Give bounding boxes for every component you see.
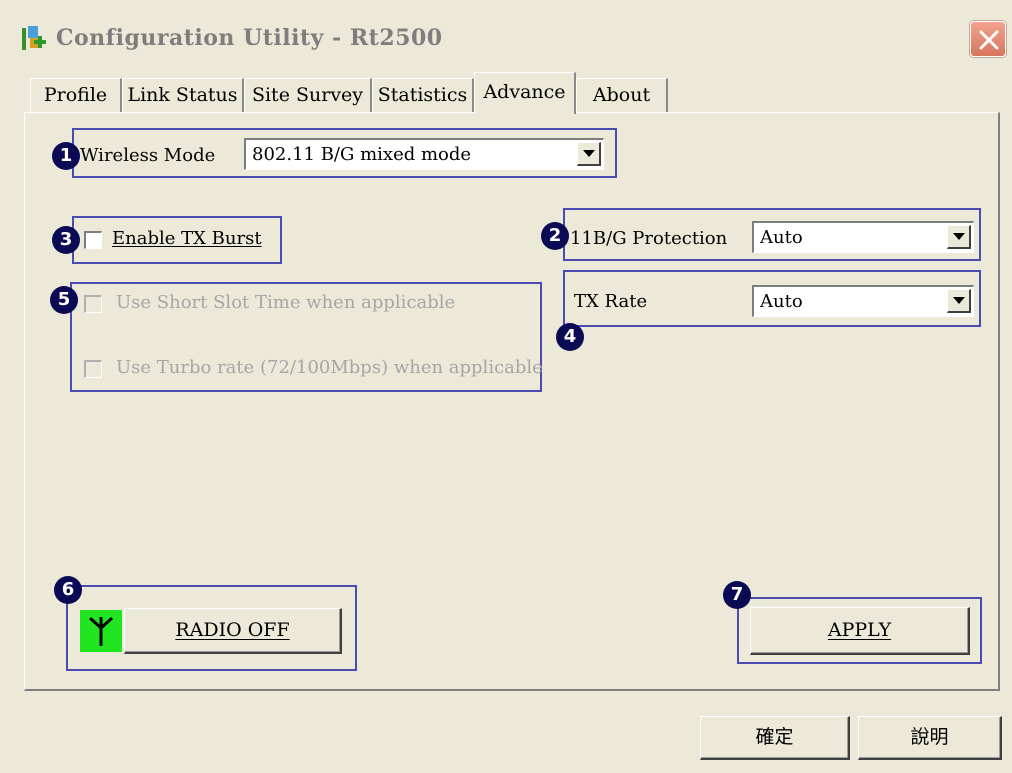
turbo-rate-label: Use Turbo rate (72/100Mbps) when applica… <box>116 357 543 378</box>
tx-burst-checkbox[interactable] <box>84 231 102 249</box>
tab-link-status[interactable]: Link Status <box>122 78 244 112</box>
tab-profile[interactable]: Profile <box>30 78 122 112</box>
wireless-mode-value: 802.11 B/G mixed mode <box>252 144 472 165</box>
chevron-down-icon <box>583 150 595 157</box>
radio-off-button[interactable]: RADIO OFF <box>124 608 342 654</box>
badge-4: 4 <box>556 323 584 351</box>
tx-rate-value: Auto <box>760 291 803 312</box>
title-bar[interactable]: Configuration Utility - Rt2500 <box>0 0 1012 74</box>
wireless-mode-select[interactable]: 802.11 B/G mixed mode <box>244 138 604 170</box>
tx-rate-select[interactable]: Auto <box>752 285 974 317</box>
ok-button[interactable]: 確定 <box>700 716 850 760</box>
short-slot-label: Use Short Slot Time when applicable <box>116 292 456 313</box>
close-button[interactable] <box>970 21 1006 57</box>
badge-6: 6 <box>54 576 82 604</box>
close-icon <box>979 30 999 50</box>
turbo-rate-checkbox[interactable] <box>84 360 102 378</box>
tx-rate-label: TX Rate <box>574 291 648 312</box>
window-title: Configuration Utility - Rt2500 <box>56 25 443 51</box>
badge-5: 5 <box>50 286 78 314</box>
protection-label: 11B/G Protection <box>570 228 728 249</box>
antenna-icon <box>88 616 114 646</box>
chevron-down-icon <box>953 297 965 304</box>
tab-about[interactable]: About <box>576 78 668 112</box>
config-utility-window: Configuration Utility - Rt2500 Profile L… <box>0 0 1012 773</box>
badge-3: 3 <box>52 226 80 254</box>
protection-value: Auto <box>760 227 803 248</box>
app-network-icon <box>22 26 46 50</box>
badge-2: 2 <box>541 222 569 250</box>
dropdown-arrow-button[interactable] <box>577 142 601 166</box>
apply-button[interactable]: APPLY <box>750 607 970 655</box>
wireless-mode-label: Wireless Mode <box>80 145 216 166</box>
tx-burst-label[interactable]: Enable TX Burst <box>112 228 262 249</box>
tab-statistics[interactable]: Statistics <box>372 78 474 112</box>
protection-select[interactable]: Auto <box>752 221 974 253</box>
tab-advance[interactable]: Advance <box>474 72 576 114</box>
short-slot-checkbox[interactable] <box>84 295 102 313</box>
dropdown-arrow-button[interactable] <box>947 289 971 313</box>
badge-7: 7 <box>723 581 751 609</box>
badge-1: 1 <box>52 142 80 170</box>
chevron-down-icon <box>953 233 965 240</box>
tab-site-survey[interactable]: Site Survey <box>244 78 372 112</box>
dropdown-arrow-button[interactable] <box>947 225 971 249</box>
radio-indicator <box>80 610 122 652</box>
help-button[interactable]: 說明 <box>858 716 1002 760</box>
